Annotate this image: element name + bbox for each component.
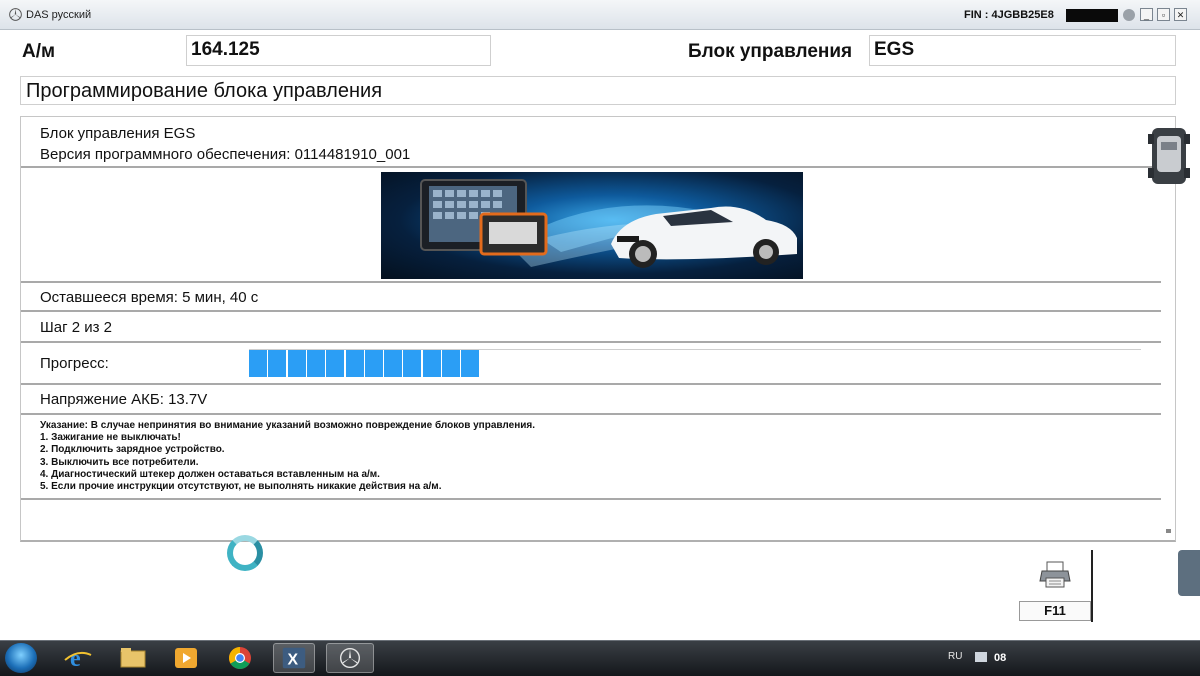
progress-segment [326,350,345,377]
clock[interactable]: 08 [994,652,1006,664]
mercedes-star-icon[interactable] [326,643,374,673]
note-line: Указание: В случае непринятия во внимани… [40,420,535,431]
internet-explorer-icon[interactable]: e [57,643,99,673]
title-bar: DAS русский FIN : 4JGBB25E8 _ ▫ ✕ [0,0,1200,30]
xentry-icon[interactable]: X [273,643,315,673]
time-remaining: Оставшееся время: 5 мин, 40 с [40,289,259,306]
banner-row [21,168,1161,283]
loading-spinner-icon [227,535,263,571]
note-line: 3. Выключить все потребители. [40,456,199,468]
page-title: Программирование блока управления [20,76,1176,105]
battery-voltage: Напряжение АКБ: 13.7V [40,391,208,408]
file-explorer-icon[interactable] [112,643,154,673]
battery-row: Напряжение АКБ: 13.7V [21,385,1161,415]
start-button[interactable] [5,643,37,673]
control-unit-label: Блок управления [688,41,853,62]
step-row: Шаг 2 из 2 [21,312,1161,343]
programming-panel: Блок управления EGS Версия программного … [20,116,1176,542]
fin-number: FIN : 4JGBB25E8 [964,9,1054,21]
diagnostic-device-icon[interactable] [1148,124,1190,188]
time-remaining-row: Оставшееся время: 5 мин, 40 с [21,283,1161,312]
tray-icon[interactable] [975,652,987,662]
progress-segment [442,350,460,377]
language-indicator[interactable]: RU [948,651,962,662]
print-divider [1091,550,1093,622]
progress-segment [287,350,306,377]
progress-segment [249,350,267,377]
note-line: 2. Подключить зарядное устройство. [40,444,225,456]
media-player-icon[interactable] [165,643,207,673]
side-panel-tab[interactable] [1178,550,1200,596]
printer-icon[interactable] [1039,561,1071,589]
control-unit-field: EGS [869,35,1176,66]
progress-segment [403,350,422,377]
note-line: 5. Если прочие инструкции отсутствуют, н… [40,481,442,493]
status-circle-icon [1123,9,1135,21]
progress-segment [461,350,480,377]
progress-track [249,349,1141,350]
progress-segment [364,350,383,377]
restore-button[interactable]: ▫ [1157,8,1170,21]
progress-segment [384,350,403,377]
mercedes-star-icon [9,8,22,21]
svg-text:e: e [70,646,81,672]
progress-segment [268,350,287,377]
unit-line: Блок управления EGS [40,125,196,142]
progress-segment [306,350,325,377]
minimize-button[interactable]: _ [1140,8,1153,21]
progress-label: Прогресс: [40,355,109,372]
fin-redaction [1066,9,1118,22]
close-button[interactable]: ✕ [1174,8,1187,21]
step-indicator: Шаг 2 из 2 [40,319,113,336]
note-line: 4. Диагностический штекер должен остават… [40,468,380,480]
note-line: 1. Зажигание не выключать! [40,432,181,444]
app-title: DAS русский [26,9,92,21]
scroll-indicator[interactable] [1166,529,1171,533]
progress-segment [422,350,441,377]
f11-button[interactable]: F11 [1019,601,1091,621]
progress-segment [345,350,364,377]
unit-info-row: Блок управления EGS Версия программного … [21,117,1161,168]
software-version: Версия программного обеспечения: 0114481… [40,146,411,163]
banner-illustration [420,179,797,268]
banner-image [381,172,803,279]
svg-text:X: X [287,652,298,669]
vehicle-label: А/м [22,41,56,62]
vehicle-field: 164.125 [186,35,491,66]
chrome-icon[interactable] [219,643,261,673]
instructions: Указание: В случае непринятия во внимани… [40,420,1140,493]
